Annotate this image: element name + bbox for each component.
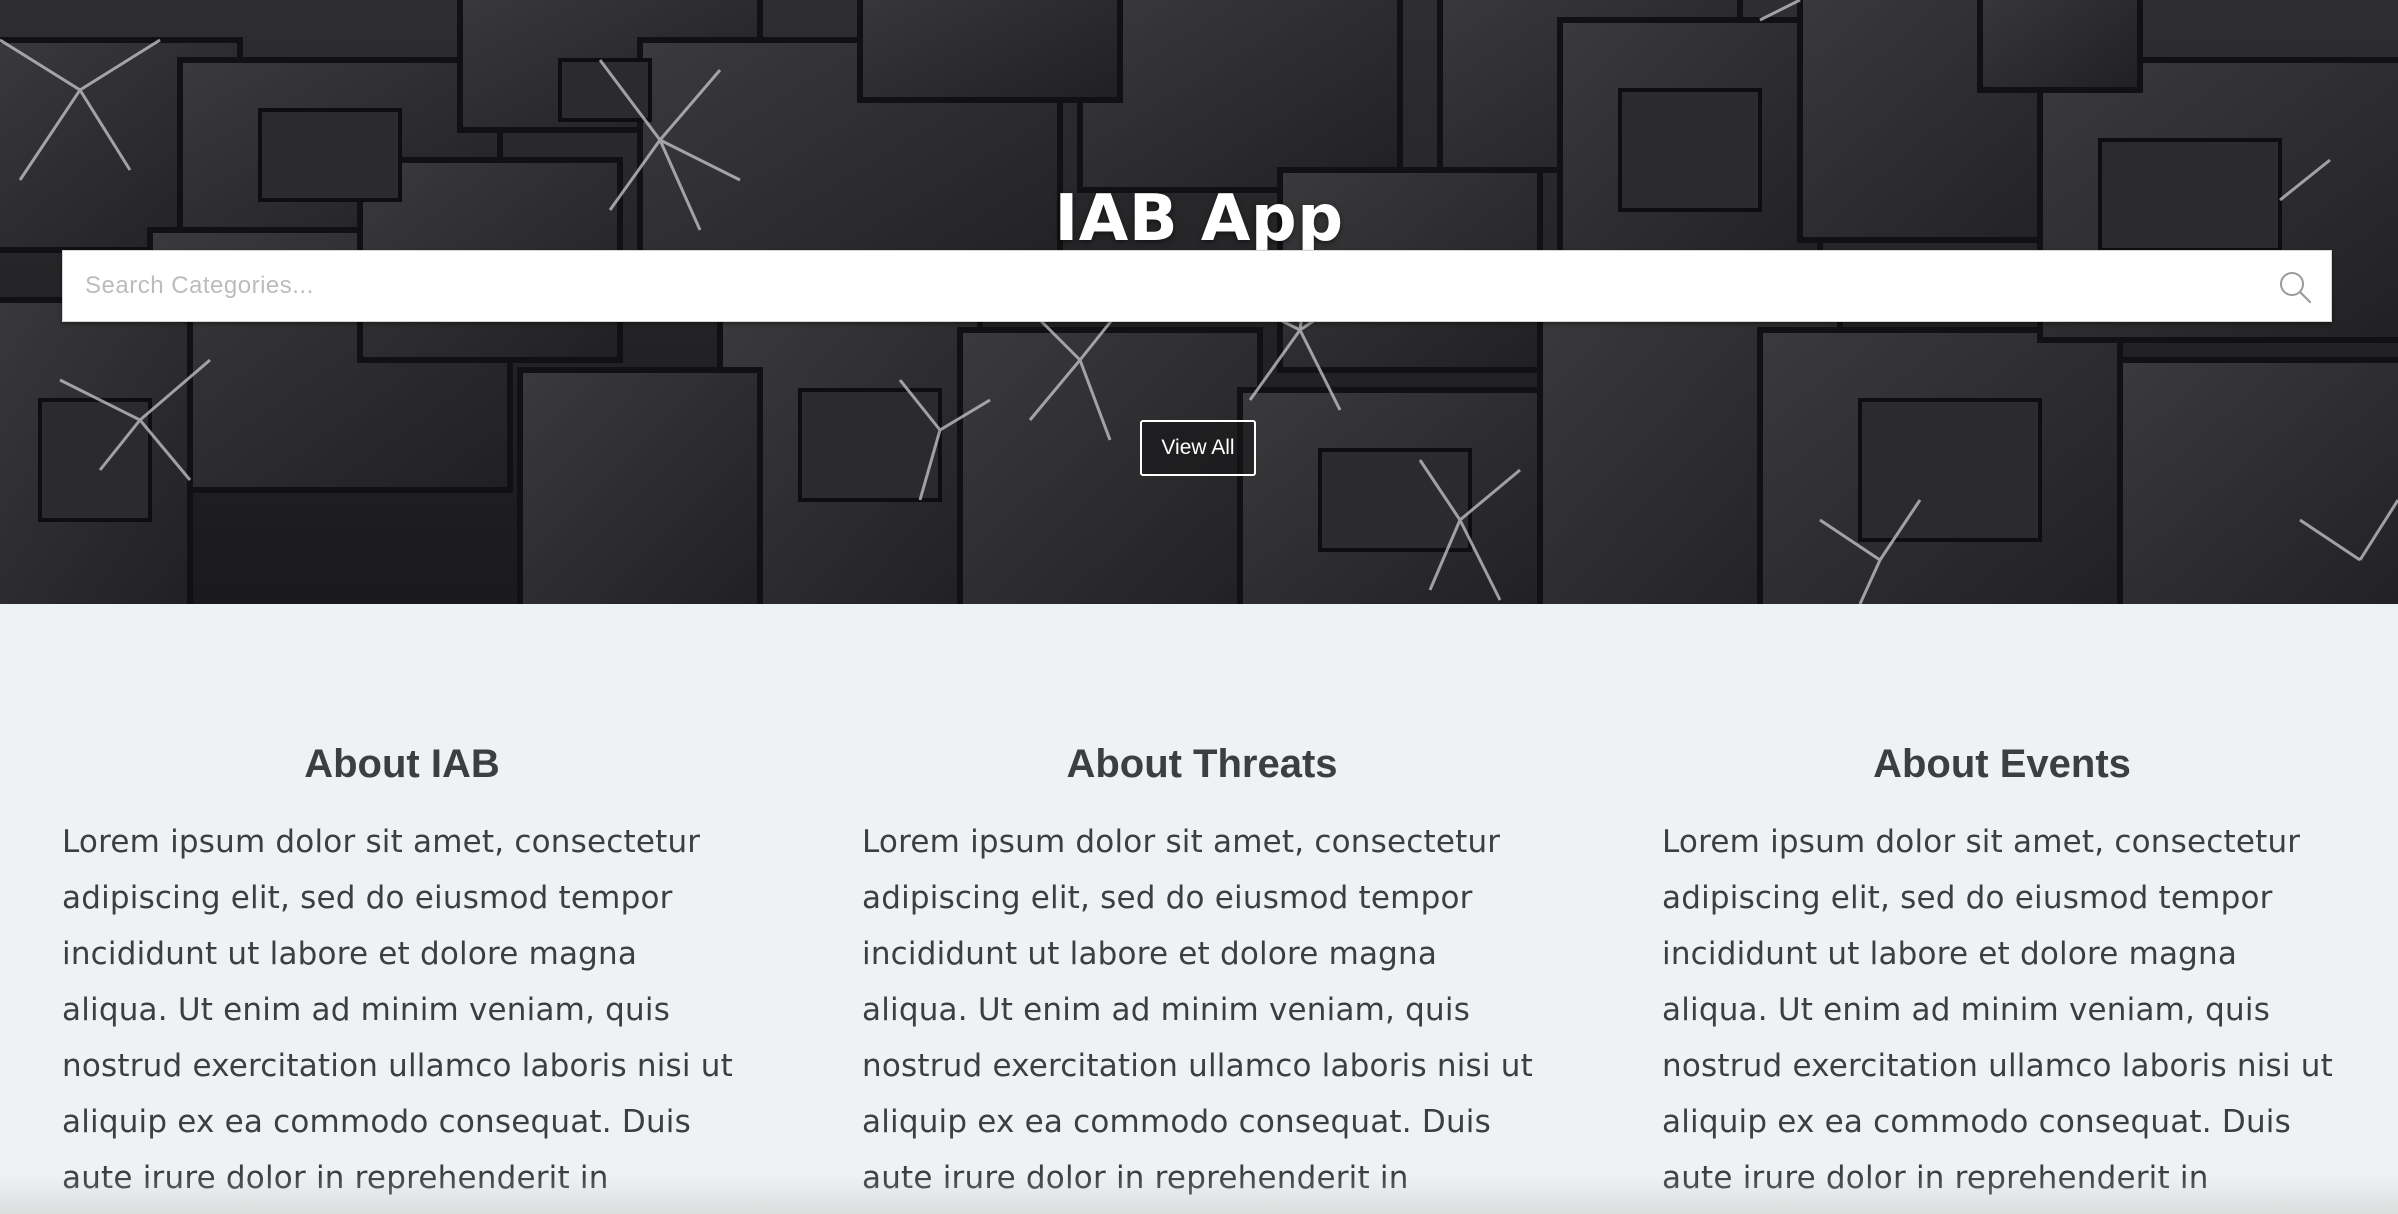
search-input[interactable] (63, 251, 2243, 321)
hero-banner: IAB App View All (0, 0, 2398, 604)
about-threats-heading: About Threats (1066, 742, 1338, 786)
page: IAB App View All About IAB Lorem ipsum d… (0, 0, 2398, 1214)
page-title: IAB App (1054, 181, 1344, 256)
about-iab-text: Lorem ipsum dolor sit amet, consectetur … (62, 824, 733, 1196)
about-threats-text: Lorem ipsum dolor sit amet, consectetur … (862, 824, 1533, 1196)
about-threats-column: About Threats Lorem ipsum dolor sit amet… (862, 734, 1542, 1214)
about-iab-heading: About IAB (304, 742, 500, 786)
about-events-column: About Events Lorem ipsum dolor sit amet,… (1662, 734, 2342, 1214)
about-events-heading: About Events (1873, 742, 2131, 786)
about-events-text: Lorem ipsum dolor sit amet, consectetur … (1662, 824, 2333, 1196)
bottom-fade (0, 1174, 2398, 1214)
view-all-button[interactable]: View All (1140, 420, 1256, 476)
about-section: About IAB Lorem ipsum dolor sit amet, co… (0, 604, 2398, 1214)
search-bar[interactable] (62, 250, 2332, 322)
about-iab-column: About IAB Lorem ipsum dolor sit amet, co… (62, 734, 742, 1214)
search-icon[interactable] (2277, 269, 2313, 305)
